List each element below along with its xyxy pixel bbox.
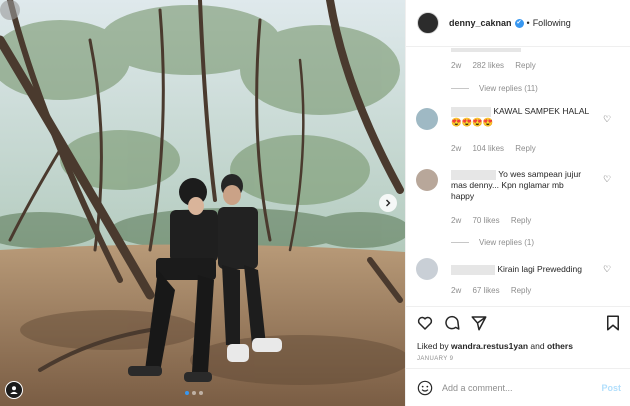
comment-likes[interactable]: 282 likes (472, 61, 504, 70)
comment-meta: 2w 70 likes Reply (451, 216, 540, 225)
comment-emoji: 😍😍😍😍 (451, 117, 494, 127)
tag-indicator (0, 0, 20, 20)
header-separator: • (526, 18, 530, 28)
share-icon[interactable] (470, 314, 488, 332)
commenter-username-blurred[interactable] (451, 106, 491, 117)
liked-by-and: and (528, 341, 547, 351)
replies-divider (451, 88, 469, 89)
forest-couple-image (0, 0, 405, 406)
comment-body: KAWAL SAMPEK HALAL (493, 106, 590, 116)
commenter-avatar[interactable] (416, 169, 438, 191)
comment-meta: 2w 67 likes Reply (451, 286, 540, 295)
author-username[interactable]: denny_caknan (449, 18, 512, 28)
liked-by-others[interactable]: others (547, 341, 573, 351)
liked-by-line: Liked by wandra.restus1yan and others (417, 341, 573, 351)
comment-likes[interactable]: 104 likes (472, 144, 504, 153)
comment-meta: 2w 104 likes Reply (451, 144, 545, 153)
reply-button[interactable]: Reply (515, 144, 535, 153)
comment-time: 2w (451, 216, 462, 225)
comment-input[interactable]: Add a comment... (442, 383, 513, 393)
comment-body: Kirain lagi Prewedding (497, 264, 582, 274)
post-comment-button[interactable]: Post (601, 383, 621, 393)
comment-time: 2w (451, 61, 462, 70)
tagged-users-button[interactable] (5, 381, 23, 399)
reply-button[interactable]: Reply (511, 216, 531, 225)
liked-by-prefix: Liked by (417, 341, 452, 351)
post-sidebar: denny_caknan ✔ • Following 2w 282 likes … (405, 0, 630, 406)
verified-badge-icon: ✔ (514, 18, 524, 28)
comment-time: 2w (451, 286, 462, 295)
replies-divider (451, 242, 469, 243)
commenter-username-blurred[interactable] (451, 264, 495, 275)
comment-icon[interactable] (443, 314, 461, 332)
carousel-dot (199, 391, 203, 395)
next-photo-button[interactable] (379, 194, 397, 212)
like-comment-heart-icon[interactable]: ♡ (603, 114, 611, 125)
carousel-dot (185, 391, 189, 395)
comment-body-line3: happy (451, 191, 475, 201)
comment-text: KAWAL SAMPEK HALAL 😍😍😍😍 (451, 106, 589, 128)
bookmark-icon[interactable] (604, 314, 622, 332)
post-date[interactable]: JANUARY 9 (417, 356, 453, 362)
post-header: denny_caknan ✔ • Following (406, 0, 630, 47)
comment-body-line2: mas denny... Kpn nglamar mb (451, 180, 564, 190)
comment-time: 2w (451, 144, 462, 153)
view-replies-label: View replies (1) (479, 238, 534, 247)
comments-list[interactable]: 2w 282 likes Reply View replies (11) KAW… (406, 48, 630, 306)
view-replies-label: View replies (11) (479, 84, 538, 93)
user-tag-icon (10, 386, 18, 394)
add-comment-bar: Add a comment... Post (406, 368, 630, 406)
chevron-right-icon (386, 199, 391, 207)
emoji-icon[interactable] (417, 380, 433, 396)
reply-button[interactable]: Reply (511, 286, 531, 295)
commenter-avatar[interactable] (416, 258, 438, 280)
post-actions: Liked by wandra.restus1yan and others JA… (406, 306, 630, 368)
commenter-username-blurred[interactable] (451, 169, 496, 180)
comment-likes[interactable]: 70 likes (472, 216, 499, 225)
author-avatar[interactable] (417, 12, 439, 34)
following-button[interactable]: Following (533, 18, 571, 28)
reply-button[interactable]: Reply (515, 61, 535, 70)
comment-text: Kirain lagi Prewedding (451, 264, 582, 275)
comment-text: Yo wes sampean jujur mas denny... Kpn ng… (451, 169, 581, 202)
commenter-avatar[interactable] (416, 108, 438, 130)
view-replies-button[interactable]: View replies (1) (451, 238, 534, 247)
comment-body-line1: Yo wes sampean jujur (498, 169, 582, 179)
heart-icon[interactable] (416, 314, 434, 332)
like-comment-heart-icon[interactable]: ♡ (603, 174, 611, 185)
comment-meta: 2w 282 likes Reply (451, 61, 545, 70)
liked-by-user[interactable]: wandra.restus1yan (451, 341, 528, 351)
carousel-dot (192, 391, 196, 395)
comment-likes[interactable]: 67 likes (472, 286, 499, 295)
like-comment-heart-icon[interactable]: ♡ (603, 264, 611, 275)
carousel-dots (185, 391, 203, 395)
post-photo[interactable] (0, 0, 405, 406)
view-replies-button[interactable]: View replies (11) (451, 84, 538, 93)
comment-text-blurred (451, 48, 521, 52)
